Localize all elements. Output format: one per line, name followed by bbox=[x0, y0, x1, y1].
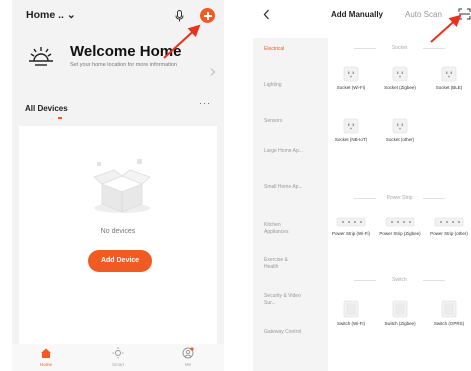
device-power-strip-other[interactable]: Power Strip (other) bbox=[428, 216, 470, 237]
add-device-screen: Add Manually Auto Scan Electrical Lighti… bbox=[253, 0, 471, 371]
tab-all-devices[interactable]: All Devices bbox=[25, 104, 68, 113]
home-icon bbox=[41, 348, 51, 358]
tab-home-label: Home bbox=[39, 362, 52, 367]
device-label: Switch (Zigbee) bbox=[384, 321, 416, 326]
sun-icon bbox=[29, 47, 53, 66]
socket-icon bbox=[392, 118, 408, 134]
category-gateway-control[interactable]: Gateway Control bbox=[253, 329, 303, 336]
device-switch-gprs[interactable]: Switch (GPRS) bbox=[431, 300, 467, 327]
device-power-strip-wifi[interactable]: Power Strip (Wi-Fi) bbox=[330, 216, 372, 237]
device-switch-wifi[interactable]: Switch (Wi-Fi) bbox=[333, 300, 369, 327]
device-label: Socket (other) bbox=[385, 137, 415, 142]
welcome-subtitle: Set your home location for more informat… bbox=[70, 62, 177, 68]
device-label: Socket (NB-IoT) bbox=[334, 137, 368, 142]
category-security-video[interactable]: Security & Video Sur... bbox=[253, 293, 303, 306]
device-label: Socket (Wi-Fi) bbox=[336, 85, 366, 90]
home-selector[interactable]: Home .. ⌄ bbox=[26, 9, 76, 21]
socket-icon bbox=[441, 66, 457, 82]
more-options-button[interactable]: ··· bbox=[199, 98, 211, 108]
device-socket-zigbee[interactable]: Socket (Zigbee) bbox=[382, 66, 418, 91]
power-strip-icon bbox=[434, 217, 464, 227]
switch-icon bbox=[392, 300, 408, 318]
device-label: Power Strip (other) bbox=[430, 231, 468, 236]
category-small-home-appliances[interactable]: Small Home Ap... bbox=[253, 184, 303, 191]
category-sidebar: Electrical Lighting Sensors Large Home A… bbox=[253, 38, 328, 371]
empty-box-illustration bbox=[93, 159, 151, 213]
power-strip-icon bbox=[385, 217, 415, 227]
device-label: Socket (BLE) bbox=[435, 85, 463, 90]
device-socket-wifi[interactable]: Socket (Wi-Fi) bbox=[333, 66, 369, 91]
category-sensors[interactable]: Sensors bbox=[253, 118, 328, 125]
category-electrical[interactable]: Electrical bbox=[253, 46, 328, 53]
device-socket-ble[interactable]: Socket (BLE) bbox=[431, 66, 467, 91]
device-socket-other[interactable]: Socket (other) bbox=[382, 118, 418, 143]
welcome-title: Welcome Home bbox=[70, 43, 182, 60]
tab-home[interactable]: Home bbox=[26, 344, 66, 371]
home-header: Home .. ⌄ bbox=[12, 0, 224, 30]
device-label: Switch (GPRS) bbox=[433, 321, 465, 326]
socket-icon bbox=[343, 118, 359, 134]
category-kitchen-appliances[interactable]: Kitchen Appliances bbox=[253, 222, 305, 235]
smart-sun-icon bbox=[112, 347, 124, 359]
me-icon bbox=[182, 347, 194, 359]
add-device-plus-button[interactable] bbox=[200, 8, 215, 23]
tab-auto-scan[interactable]: Auto Scan bbox=[405, 10, 442, 19]
category-exercise-health[interactable]: Exercise & Health bbox=[253, 257, 303, 270]
no-devices-text: No devices bbox=[100, 228, 136, 235]
scan-icon[interactable] bbox=[458, 8, 471, 20]
device-label: Power Strip (Wi-Fi) bbox=[332, 231, 370, 236]
device-label: Switch (Wi-Fi) bbox=[337, 321, 365, 326]
section-title-switch: Switch bbox=[328, 277, 471, 283]
category-large-home-appliances[interactable]: Large Home Ap... bbox=[253, 148, 303, 155]
device-switch-zigbee[interactable]: Switch (Zigbee) bbox=[382, 300, 418, 327]
device-label: Power Strip (Zigbee) bbox=[379, 231, 421, 236]
tab-add-manually[interactable]: Add Manually bbox=[331, 10, 383, 19]
active-tab-indicator bbox=[58, 117, 62, 119]
device-socket-nbiot[interactable]: Socket (NB-IoT) bbox=[333, 118, 369, 143]
section-title-power-strip: Power Strip bbox=[328, 195, 471, 201]
empty-devices-panel: No devices Add Device bbox=[19, 126, 217, 348]
tab-me-label: Me bbox=[184, 362, 192, 367]
tab-me[interactable]: Me bbox=[168, 344, 208, 371]
category-lighting[interactable]: Lighting bbox=[253, 82, 328, 89]
add-device-button[interactable]: Add Device bbox=[88, 250, 152, 272]
device-power-strip-zigbee[interactable]: Power Strip (Zigbee) bbox=[379, 216, 421, 237]
switch-icon bbox=[441, 300, 457, 318]
socket-icon bbox=[392, 66, 408, 82]
home-screen: Home .. ⌄ Welcome Home Set your home loc… bbox=[12, 0, 224, 371]
back-chevron-icon[interactable] bbox=[263, 9, 270, 20]
power-strip-icon bbox=[336, 217, 366, 227]
tab-smart[interactable]: Smart bbox=[98, 344, 138, 371]
microphone-icon[interactable] bbox=[175, 10, 184, 22]
switch-icon bbox=[343, 300, 359, 318]
bottom-tab-bar: Home Smart Me bbox=[12, 344, 224, 371]
device-label: Socket (Zigbee) bbox=[384, 85, 416, 90]
welcome-card[interactable]: Welcome Home Set your home location for … bbox=[26, 40, 216, 82]
socket-icon bbox=[343, 66, 359, 82]
chevron-right-icon bbox=[210, 68, 216, 76]
section-title-socket: Socket bbox=[328, 45, 471, 51]
tab-smart-label: Smart bbox=[111, 362, 124, 367]
